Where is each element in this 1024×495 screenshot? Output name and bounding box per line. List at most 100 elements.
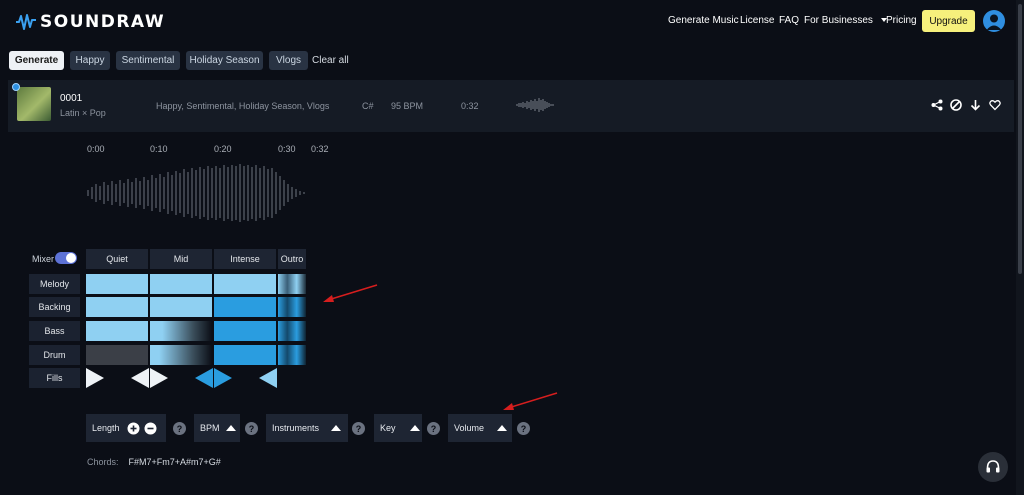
mixer-cell[interactable] (214, 345, 276, 365)
nav-for-businesses[interactable]: For Businesses (804, 15, 887, 26)
mixer-cell[interactable] (214, 321, 276, 341)
length-control[interactable]: Length (86, 414, 166, 442)
nav-for-businesses-label: For Businesses (804, 15, 873, 26)
timeline-tick: 0:32 (311, 144, 329, 154)
playing-indicator-icon (12, 83, 20, 91)
chevron-up-icon (331, 425, 342, 431)
row-label-backing: Backing (29, 297, 80, 317)
mixer-cell[interactable] (214, 274, 276, 294)
mixer-label: Mixer (32, 254, 54, 264)
row-label-melody: Melody (29, 274, 80, 294)
track-artwork[interactable] (17, 87, 51, 121)
track-key: C# (362, 101, 374, 111)
chevron-up-icon (225, 425, 236, 431)
mixer-cell[interactable] (278, 297, 306, 317)
instruments-label: Instruments (272, 423, 320, 433)
section-header-mid[interactable]: Mid (150, 249, 212, 269)
clear-all-link[interactable]: Clear all (312, 55, 349, 66)
fill-marker-icon (214, 368, 232, 388)
plus-circle-icon[interactable] (127, 422, 140, 435)
mixer-cell[interactable] (86, 274, 148, 294)
key-label: Key (380, 423, 396, 433)
row-label-drum: Drum (29, 345, 80, 365)
nav-pricing[interactable]: Pricing (886, 15, 917, 26)
logo[interactable]: SOUNDRAW (15, 10, 165, 34)
section-header-intense[interactable]: Intense (214, 249, 276, 269)
fill-marker-icon (259, 368, 277, 388)
timeline-tick: 0:00 (87, 144, 105, 154)
chevron-up-icon (497, 425, 508, 431)
mini-waveform-icon (516, 98, 554, 112)
chords-value: F#M7+Fm7+A#m7+G# (128, 457, 221, 467)
tag-holiday-season[interactable]: Holiday Season (186, 51, 263, 70)
mixer-cell[interactable] (214, 297, 276, 317)
headset-icon (986, 460, 1000, 473)
fill-marker-icon (150, 368, 168, 388)
chords-label: Chords: (87, 457, 119, 467)
chevron-up-icon (409, 425, 420, 431)
user-avatar-icon[interactable] (983, 10, 1005, 32)
scrollbar-thumb[interactable] (1018, 4, 1022, 274)
key-help-icon[interactable]: ? (427, 422, 440, 435)
mixer-toggle[interactable] (55, 252, 77, 264)
mixer-cell[interactable] (86, 321, 148, 341)
instruments-help-icon[interactable]: ? (352, 422, 365, 435)
generate-tag-button[interactable]: Generate (9, 51, 64, 70)
minus-circle-icon[interactable] (144, 422, 157, 435)
track-id: 0001 (60, 93, 83, 104)
tag-happy[interactable]: Happy (70, 51, 110, 70)
track-bpm: 95 BPM (391, 101, 424, 111)
row-label-bass: Bass (29, 321, 80, 341)
download-icon[interactable] (970, 99, 981, 111)
nav-license[interactable]: License (740, 15, 774, 26)
track-length: 0:32 (461, 101, 479, 111)
length-label: Length (92, 423, 120, 433)
volume-label: Volume (454, 423, 485, 433)
heart-icon[interactable] (989, 99, 1001, 111)
annotation-arrow-icon (503, 392, 558, 410)
track-moods: Happy, Sentimental, Holiday Season, Vlog… (156, 101, 330, 111)
section-header-outro[interactable]: Outro (278, 249, 306, 269)
timeline-tick: 0:30 (278, 144, 296, 154)
volume-control[interactable]: Volume (448, 414, 512, 442)
fill-marker-icon (86, 368, 104, 388)
mixer-cell[interactable] (150, 321, 212, 341)
logo-text: SOUNDRAW (40, 12, 166, 32)
bpm-label: BPM (200, 423, 220, 433)
nav-generate-music[interactable]: Generate Music (668, 15, 739, 26)
nav-faq[interactable]: FAQ (779, 15, 799, 26)
key-control[interactable]: Key (374, 414, 422, 442)
waveform-logo-icon (16, 14, 36, 30)
row-label-fills: Fills (29, 368, 80, 388)
upgrade-button[interactable]: Upgrade (922, 10, 975, 32)
mixer-cell[interactable] (86, 345, 148, 365)
mixer-cell[interactable] (278, 321, 306, 341)
timeline-tick: 0:10 (150, 144, 168, 154)
track-genre: Latin × Pop (60, 108, 106, 118)
link-icon[interactable] (950, 99, 962, 111)
section-header-quiet[interactable]: Quiet (86, 249, 148, 269)
mixer-cell[interactable] (150, 274, 212, 294)
mixer-cell[interactable] (150, 297, 212, 317)
length-help-icon[interactable]: ? (173, 422, 186, 435)
share-icon[interactable] (931, 99, 943, 111)
mixer-cell[interactable] (278, 274, 306, 294)
annotation-arrow-icon (323, 284, 378, 302)
bpm-help-icon[interactable]: ? (245, 422, 258, 435)
fill-marker-icon (131, 368, 149, 388)
mixer-cell[interactable] (86, 297, 148, 317)
fills-row[interactable] (86, 368, 306, 388)
fill-marker-icon (195, 368, 213, 388)
support-chat-button[interactable] (978, 452, 1008, 482)
track-waveform[interactable] (86, 160, 310, 226)
mixer-cell[interactable] (278, 345, 306, 365)
chords-info: Chords: F#M7+Fm7+A#m7+G# (87, 457, 221, 467)
mixer-toggle-knob (66, 253, 76, 263)
timeline-tick: 0:20 (214, 144, 232, 154)
tag-vlogs[interactable]: Vlogs (269, 51, 308, 70)
instruments-control[interactable]: Instruments (266, 414, 348, 442)
tag-sentimental[interactable]: Sentimental (116, 51, 180, 70)
bpm-control[interactable]: BPM (194, 414, 240, 442)
mixer-cell[interactable] (150, 345, 212, 365)
volume-help-icon[interactable]: ? (517, 422, 530, 435)
